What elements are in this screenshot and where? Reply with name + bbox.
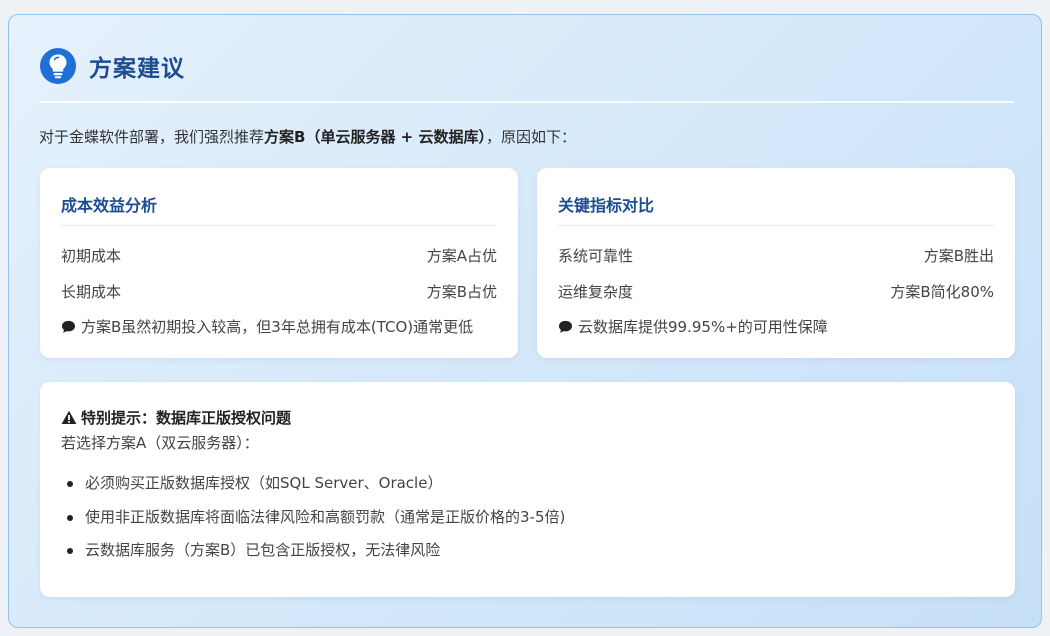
header-divider	[39, 101, 1014, 103]
note-text: 方案B虽然初期投入较高，但3年总拥有成本(TCO)通常更低	[81, 318, 474, 336]
recommendation-panel: 方案建议 对于金蝶软件部署，我们强烈推荐方案B（单云服务器 + 云数据库），原因…	[8, 14, 1042, 628]
list-item: 使用非正版数据库将面临法律风险和高额罚款（通常是正版价格的3-5倍)	[61, 507, 565, 541]
metric-label: 运维复杂度	[558, 283, 634, 301]
page-title: 方案建议	[89, 56, 185, 82]
card-divider	[61, 225, 497, 226]
lightbulb-icon	[40, 48, 76, 84]
intro-prefix: 对于金蝶软件部署，我们强烈推荐	[39, 128, 265, 146]
comment-icon	[558, 320, 573, 333]
metric-value: 方案B胜出	[923, 247, 994, 265]
note-text: 云数据库提供99.95%+的可用性保障	[578, 318, 828, 336]
license-warning-card: 特别提示：数据库正版授权问题 若选择方案A（双云服务器）： 必须购买正版数据库授…	[40, 382, 1015, 597]
metric-row: 系统可靠性 方案B胜出	[558, 245, 994, 266]
warning-triangle-icon	[61, 410, 77, 424]
metric-value: 方案B占优	[426, 283, 497, 301]
card-title: 成本效益分析	[61, 196, 158, 215]
card-title: 关键指标对比	[558, 196, 655, 215]
card-note: 方案B虽然初期投入较高，但3年总拥有成本(TCO)通常更低	[61, 316, 473, 337]
intro-suffix: ，原因如下：	[485, 128, 576, 146]
card-divider	[558, 225, 994, 226]
warning-subtitle: 若选择方案A（双云服务器）：	[61, 434, 259, 452]
list-item: 必须购买正版数据库授权（如SQL Server、Oracle）	[61, 473, 565, 507]
metric-value: 方案A占优	[426, 247, 497, 265]
warning-list: 必须购买正版数据库授权（如SQL Server、Oracle） 使用非正版数据库…	[61, 473, 565, 574]
comment-icon	[61, 320, 76, 333]
metric-row: 长期成本 方案B占优	[61, 281, 497, 302]
intro-text: 对于金蝶软件部署，我们强烈推荐方案B（单云服务器 + 云数据库），原因如下：	[39, 126, 576, 147]
metric-label: 系统可靠性	[558, 247, 634, 265]
metric-label: 长期成本	[61, 283, 122, 301]
panel-header: 方案建议	[39, 47, 185, 85]
key-metrics-card: 关键指标对比 系统可靠性 方案B胜出 运维复杂度 方案B简化80% 云数据库提供…	[537, 168, 1015, 358]
cost-benefit-card: 成本效益分析 初期成本 方案A占优 长期成本 方案B占优 方案B虽然初期投入较高…	[40, 168, 518, 358]
warning-title-text: 特别提示：数据库正版授权问题	[81, 409, 292, 427]
card-note: 云数据库提供99.95%+的可用性保障	[558, 316, 828, 337]
metric-row: 运维复杂度 方案B简化80%	[558, 281, 994, 302]
metric-value: 方案B简化80%	[890, 283, 994, 301]
list-item: 云数据库服务（方案B）已包含正版授权，无法律风险	[61, 540, 565, 574]
intro-highlight: 方案B（单云服务器 + 云数据库）	[264, 128, 486, 146]
metric-label: 初期成本	[61, 247, 122, 265]
warning-title: 特别提示：数据库正版授权问题	[61, 407, 291, 428]
metric-row: 初期成本 方案A占优	[61, 245, 497, 266]
